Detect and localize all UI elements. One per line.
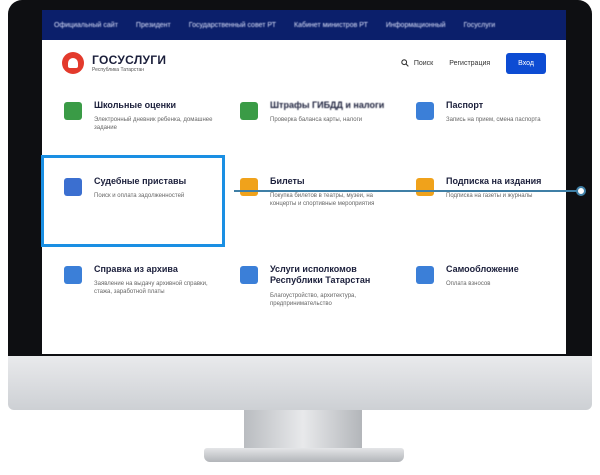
service-card-tickets[interactable]: Билеты Покупка билетов в театры, музеи, … — [240, 176, 400, 208]
service-description: Поиск и оплата задолженностей — [94, 193, 185, 200]
service-title: Справка из архива — [94, 264, 178, 274]
logo-subtitle: Республика Татарстан — [92, 66, 145, 73]
search-button[interactable]: Поиск — [401, 59, 433, 67]
logo-title: ГОСУСЛУГИ — [92, 52, 167, 67]
car-icon — [240, 102, 258, 120]
service-card-ispolkom[interactable]: Услуги исполкомов Республики Татарстан Б… — [240, 264, 400, 308]
site-header: ГОСУСЛУГИ Республика Татарстан Поиск Рег… — [42, 40, 566, 86]
service-title: Судебные приставы — [94, 176, 187, 186]
service-card-school[interactable]: Школьные оценки Электронный дневник ребе… — [64, 100, 224, 132]
service-title: Самообложение — [446, 264, 519, 274]
gosuslugi-logo-icon[interactable] — [62, 52, 84, 74]
service-description: Заявление на выдачу архивной справки, ст… — [94, 281, 208, 296]
service-description: Подписка на газеты и журналы — [446, 193, 533, 200]
service-card-fines[interactable]: Штрафы ГИБДД и налоги Проверка баланса к… — [240, 100, 400, 124]
passport-icon — [416, 102, 434, 120]
service-title: Подписка на издания — [446, 176, 542, 186]
search-icon — [401, 59, 409, 67]
monitor-chin — [8, 356, 592, 410]
service-description: Оплата взносов — [446, 281, 491, 288]
archive-icon — [64, 266, 82, 284]
service-card-passport[interactable]: Паспорт Запись на прием, смена паспорта — [416, 100, 576, 124]
service-description: Проверка баланса карты, налоги — [270, 117, 363, 124]
service-description: Запись на прием, смена паспорта — [446, 117, 541, 124]
service-card-bailiffs[interactable]: Судебные приставы Поиск и оплата задолже… — [64, 176, 224, 200]
service-card-archive[interactable]: Справка из архива Заявление на выдачу ар… — [64, 264, 224, 296]
topnav-item[interactable]: Кабинет министров РТ — [294, 22, 368, 29]
topnav-item[interactable]: Президент — [136, 22, 171, 29]
login-button[interactable]: Вход — [506, 52, 546, 74]
service-description: Благоустройство, архитектура, предприним… — [270, 292, 357, 307]
logo[interactable]: ГОСУСЛУГИ Республика Татарстан — [92, 54, 166, 73]
service-title: Школьные оценки — [94, 100, 177, 110]
service-title: Паспорт — [446, 100, 484, 110]
register-link[interactable]: Регистрация — [449, 60, 490, 67]
service-description: Покупка билетов в театры, музеи, на конц… — [270, 193, 375, 208]
top-navigation: Официальный сайт Президент Государственн… — [42, 10, 566, 40]
book-icon — [64, 102, 82, 120]
callout-line — [234, 190, 584, 192]
hand-icon — [416, 266, 434, 284]
service-description: Электронный дневник ребенка, домашнее за… — [94, 117, 213, 132]
ticket-icon — [240, 178, 258, 196]
service-title: Штрафы ГИБДД и налоги — [270, 100, 385, 110]
bailiff-icon — [64, 178, 82, 196]
monitor-stand — [244, 410, 362, 448]
topnav-item[interactable]: Официальный сайт — [54, 22, 118, 29]
topnav-item[interactable]: Госуслуги — [464, 22, 496, 29]
monitor-stand-base — [204, 448, 404, 462]
topnav-item[interactable]: Информационный — [386, 22, 446, 29]
building-icon — [240, 266, 258, 284]
service-card-subscription[interactable]: Подписка на издания Подписка на газеты и… — [416, 176, 576, 200]
service-card-selftax[interactable]: Самообложение Оплата взносов — [416, 264, 576, 288]
search-label: Поиск — [413, 59, 434, 67]
newspaper-icon — [416, 178, 434, 196]
service-title: Услуги исполкомов Республики Татарстан — [270, 264, 371, 286]
service-title: Билеты — [270, 176, 305, 186]
topnav-item[interactable]: Государственный совет РТ — [189, 22, 276, 29]
callout-dot — [576, 186, 586, 196]
